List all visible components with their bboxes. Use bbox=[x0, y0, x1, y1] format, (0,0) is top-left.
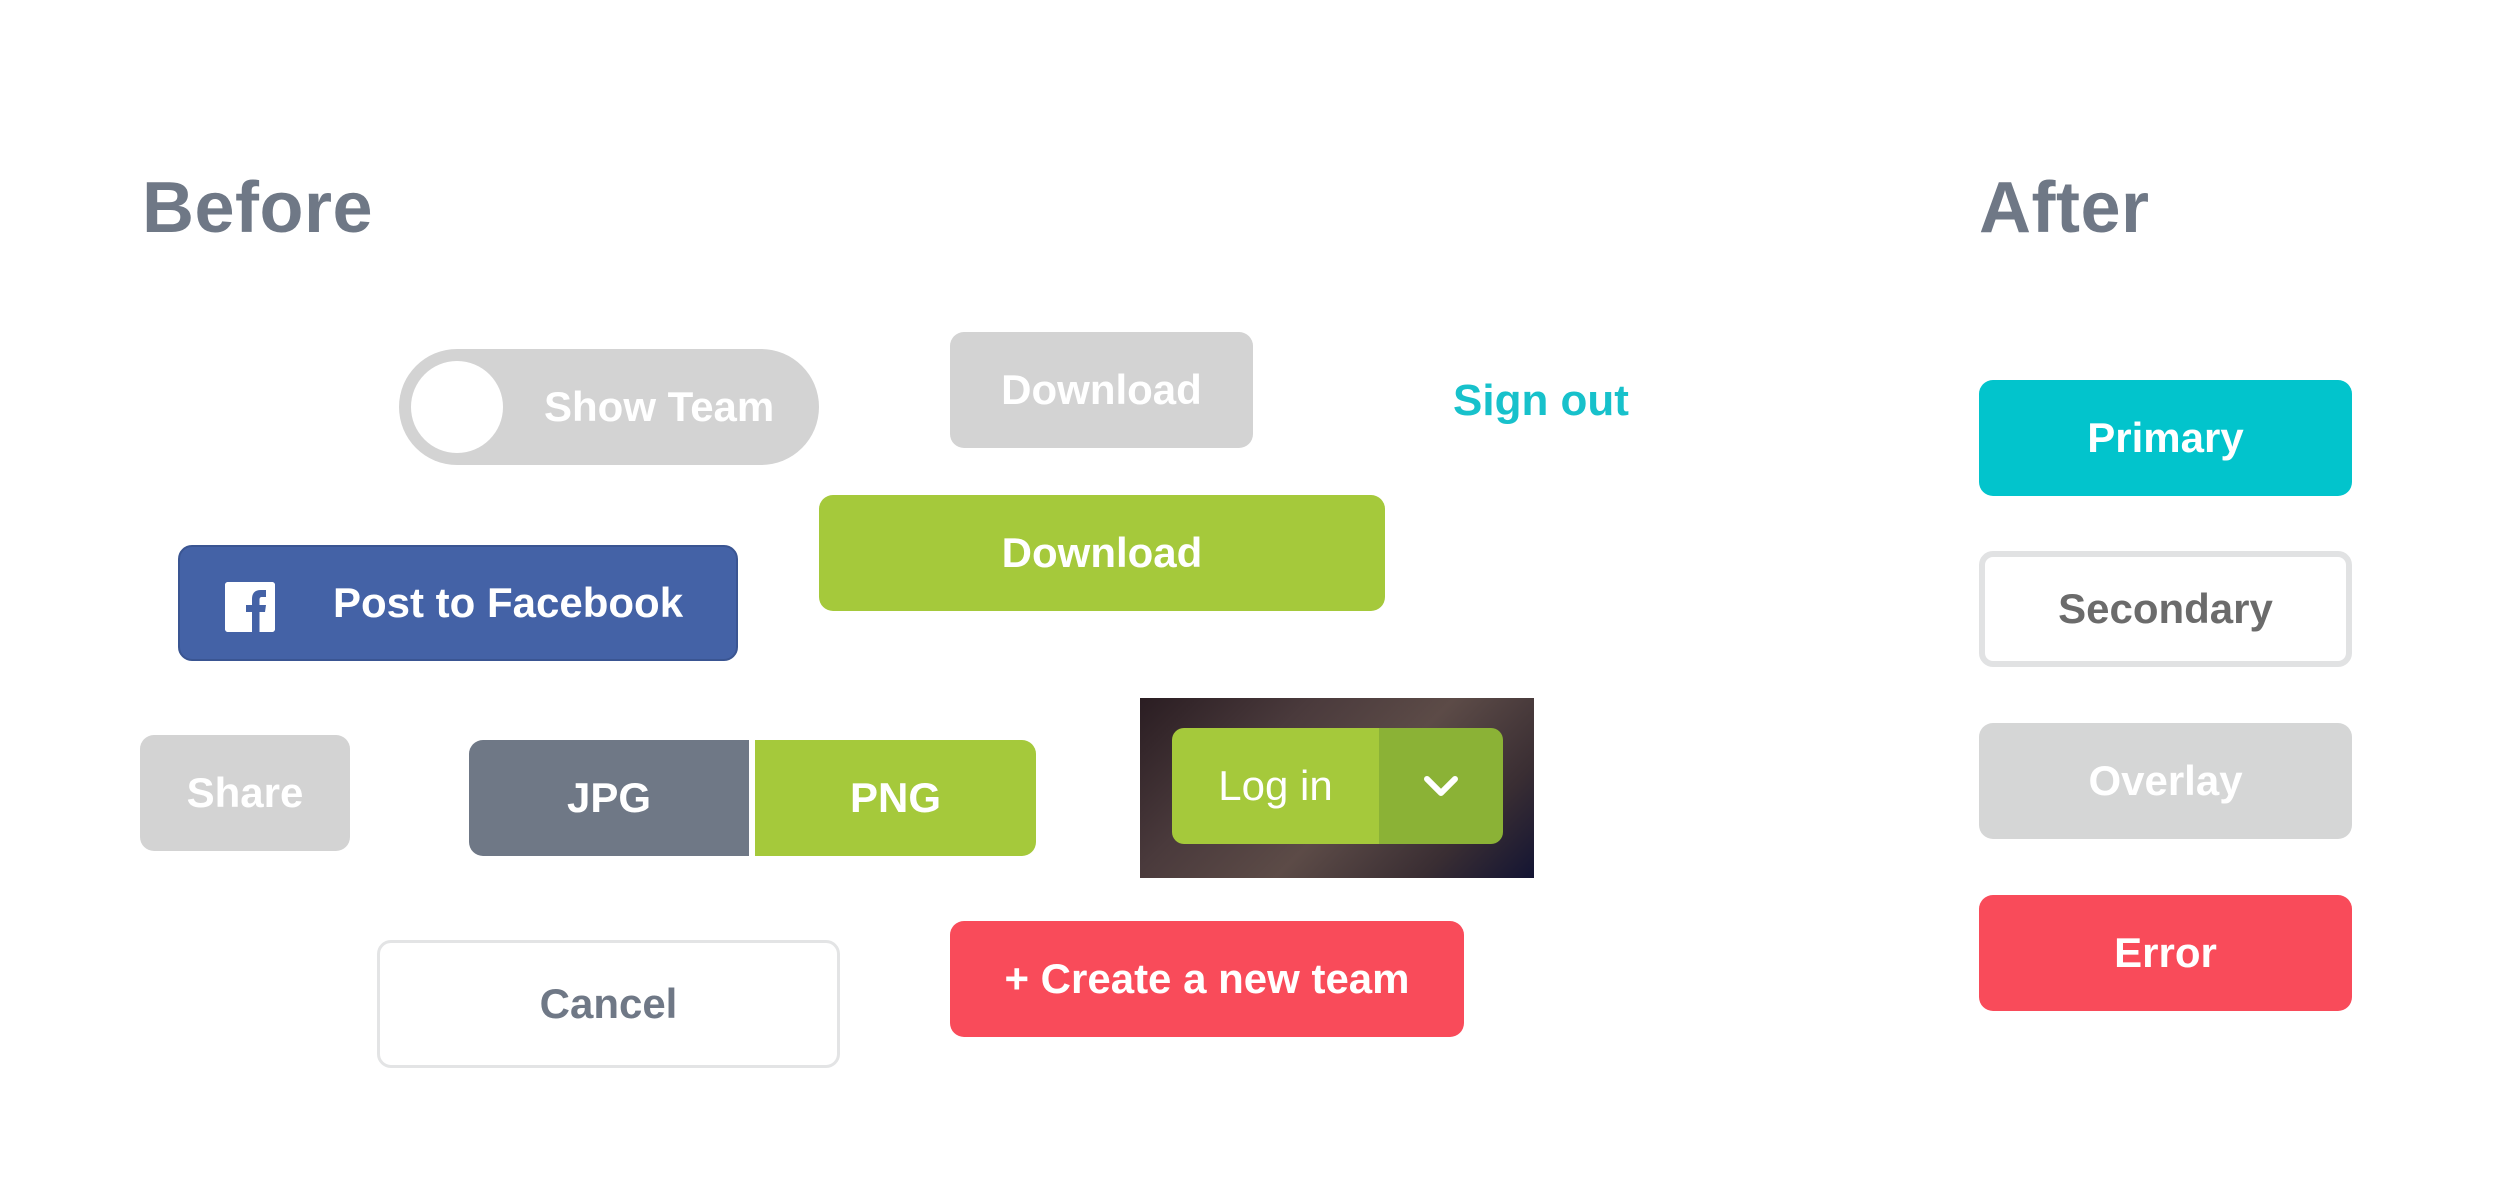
cancel-button[interactable]: Cancel bbox=[377, 940, 840, 1068]
post-to-facebook-button[interactable]: Post to Facebook bbox=[178, 545, 738, 661]
secondary-button[interactable]: Secondary bbox=[1979, 551, 2352, 667]
show-team-toggle[interactable]: Show Team bbox=[399, 349, 819, 465]
before-heading: Before bbox=[142, 168, 374, 248]
download-button-green[interactable]: Download bbox=[819, 495, 1385, 611]
overlay-button[interactable]: Overlay bbox=[1979, 723, 2352, 839]
png-button[interactable]: PNG bbox=[755, 740, 1036, 856]
share-button[interactable]: Share bbox=[140, 735, 350, 851]
facebook-icon bbox=[225, 582, 275, 632]
chevron-down-icon bbox=[1424, 776, 1458, 796]
jpg-button[interactable]: JPG bbox=[469, 740, 749, 856]
post-to-facebook-label: Post to Facebook bbox=[333, 579, 684, 626]
login-dropdown-button[interactable] bbox=[1379, 728, 1503, 844]
create-new-team-button[interactable]: + Create a new team bbox=[950, 921, 1464, 1037]
error-button[interactable]: Error bbox=[1979, 895, 2352, 1011]
toggle-label: Show Team bbox=[544, 383, 775, 430]
format-button-group: JPG PNG bbox=[469, 740, 1036, 856]
login-button[interactable]: Log in bbox=[1172, 728, 1379, 844]
login-background-image: Log in bbox=[1140, 698, 1534, 878]
sign-out-link[interactable]: Sign out bbox=[1453, 376, 1629, 426]
login-split-button: Log in bbox=[1172, 728, 1503, 844]
toggle-knob bbox=[411, 361, 503, 453]
primary-button[interactable]: Primary bbox=[1979, 380, 2352, 496]
download-button-gray[interactable]: Download bbox=[950, 332, 1253, 448]
after-heading: After bbox=[1979, 168, 2150, 248]
